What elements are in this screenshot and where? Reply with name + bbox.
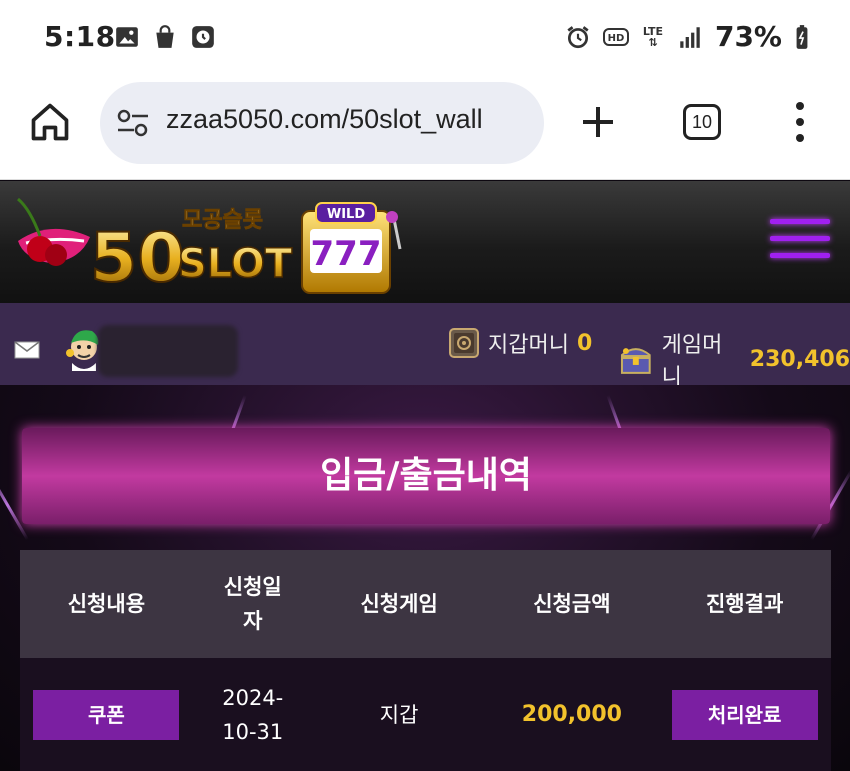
header-date: 신청일자 xyxy=(223,575,282,633)
logo-wild-badge: WILD xyxy=(327,207,365,222)
more-options-icon[interactable] xyxy=(790,100,810,144)
shopping-bag-icon xyxy=(156,25,174,48)
image-icon xyxy=(116,27,138,47)
header-type: 신청내용 xyxy=(67,592,146,616)
amount-value: 200,000 xyxy=(521,701,622,727)
table-row: 쿠폰 2024-10-31 지갑 200,000 처리완료 xyxy=(20,658,831,771)
browser-toolbar: zzaa5050.com/50slot_wall 10 xyxy=(0,78,850,180)
url-text[interactable]: zzaa5050.com/50slot_wall xyxy=(166,104,483,135)
site-settings-icon[interactable] xyxy=(116,108,150,138)
redacted-username xyxy=(98,325,238,377)
cell-type: 쿠폰 xyxy=(20,658,193,771)
game-money-value: 230,406 xyxy=(749,346,850,372)
cell-date: 2024-10-31 xyxy=(222,685,284,744)
logo-korean-text: 모공슬롯 xyxy=(182,208,263,233)
header-amount: 신청금액 xyxy=(533,592,611,616)
lte-icon: LTE ⇅ xyxy=(642,24,664,49)
user-info-bar: 지갑머니 0 게임머니 230,406 xyxy=(0,303,850,390)
status-bar: 5:18 HD LTE ⇅ 73% xyxy=(0,0,850,78)
status-badge: 처리완료 xyxy=(671,689,818,740)
site-logo[interactable]: 50 SLOT 모공슬롯 777 WILD xyxy=(10,189,410,301)
mail-icon[interactable] xyxy=(14,341,40,359)
safe-icon xyxy=(449,328,479,358)
page-title-banner: 입금/출금내역 xyxy=(22,428,830,524)
home-icon[interactable] xyxy=(28,100,72,144)
logo-slot-text: SLOT xyxy=(178,241,293,287)
hd-icon: HD xyxy=(602,27,629,46)
logo-50-text: 50 xyxy=(90,219,185,298)
hamburger-menu-button[interactable] xyxy=(770,219,830,263)
table-header: 신청내용 신청일자 신청게임 신청금액 진행결과 xyxy=(20,550,831,658)
battery-percent: 73% xyxy=(714,20,782,53)
game-money-label: 게임머니 xyxy=(661,333,723,390)
status-time: 5:18 xyxy=(44,20,116,53)
cell-amount: 200,000 xyxy=(486,658,659,771)
new-tab-icon[interactable] xyxy=(578,102,618,142)
wallet-label: 지갑머니 xyxy=(488,333,569,358)
battery-icon xyxy=(796,24,808,49)
header-status: 진행결과 xyxy=(705,592,784,616)
cell-status: 처리완료 xyxy=(658,658,831,771)
cell-game: 지갑 xyxy=(379,702,419,727)
svg-text:HD: HD xyxy=(608,33,625,44)
address-bar[interactable]: zzaa5050.com/50slot_wall xyxy=(100,82,544,164)
type-badge: 쿠폰 xyxy=(33,689,180,740)
signal-icon xyxy=(680,26,700,48)
page-title: 입금/출금내역 xyxy=(320,455,532,496)
wallet-value: 0 xyxy=(576,330,593,356)
treasure-chest-icon xyxy=(620,348,651,374)
site-header: 50 SLOT 모공슬롯 777 WILD xyxy=(0,181,850,303)
svg-text:777: 777 xyxy=(311,234,382,274)
alarm-icon xyxy=(567,25,589,48)
tab-switcher-button[interactable]: 10 xyxy=(683,104,721,140)
clock-app-icon xyxy=(192,26,214,48)
header-game: 신청게임 xyxy=(360,592,438,616)
game-money-balance: 게임머니 230,406 xyxy=(618,327,850,391)
wallet-balance: 지갑머니 0 xyxy=(448,327,592,359)
user-avatar xyxy=(66,330,99,371)
